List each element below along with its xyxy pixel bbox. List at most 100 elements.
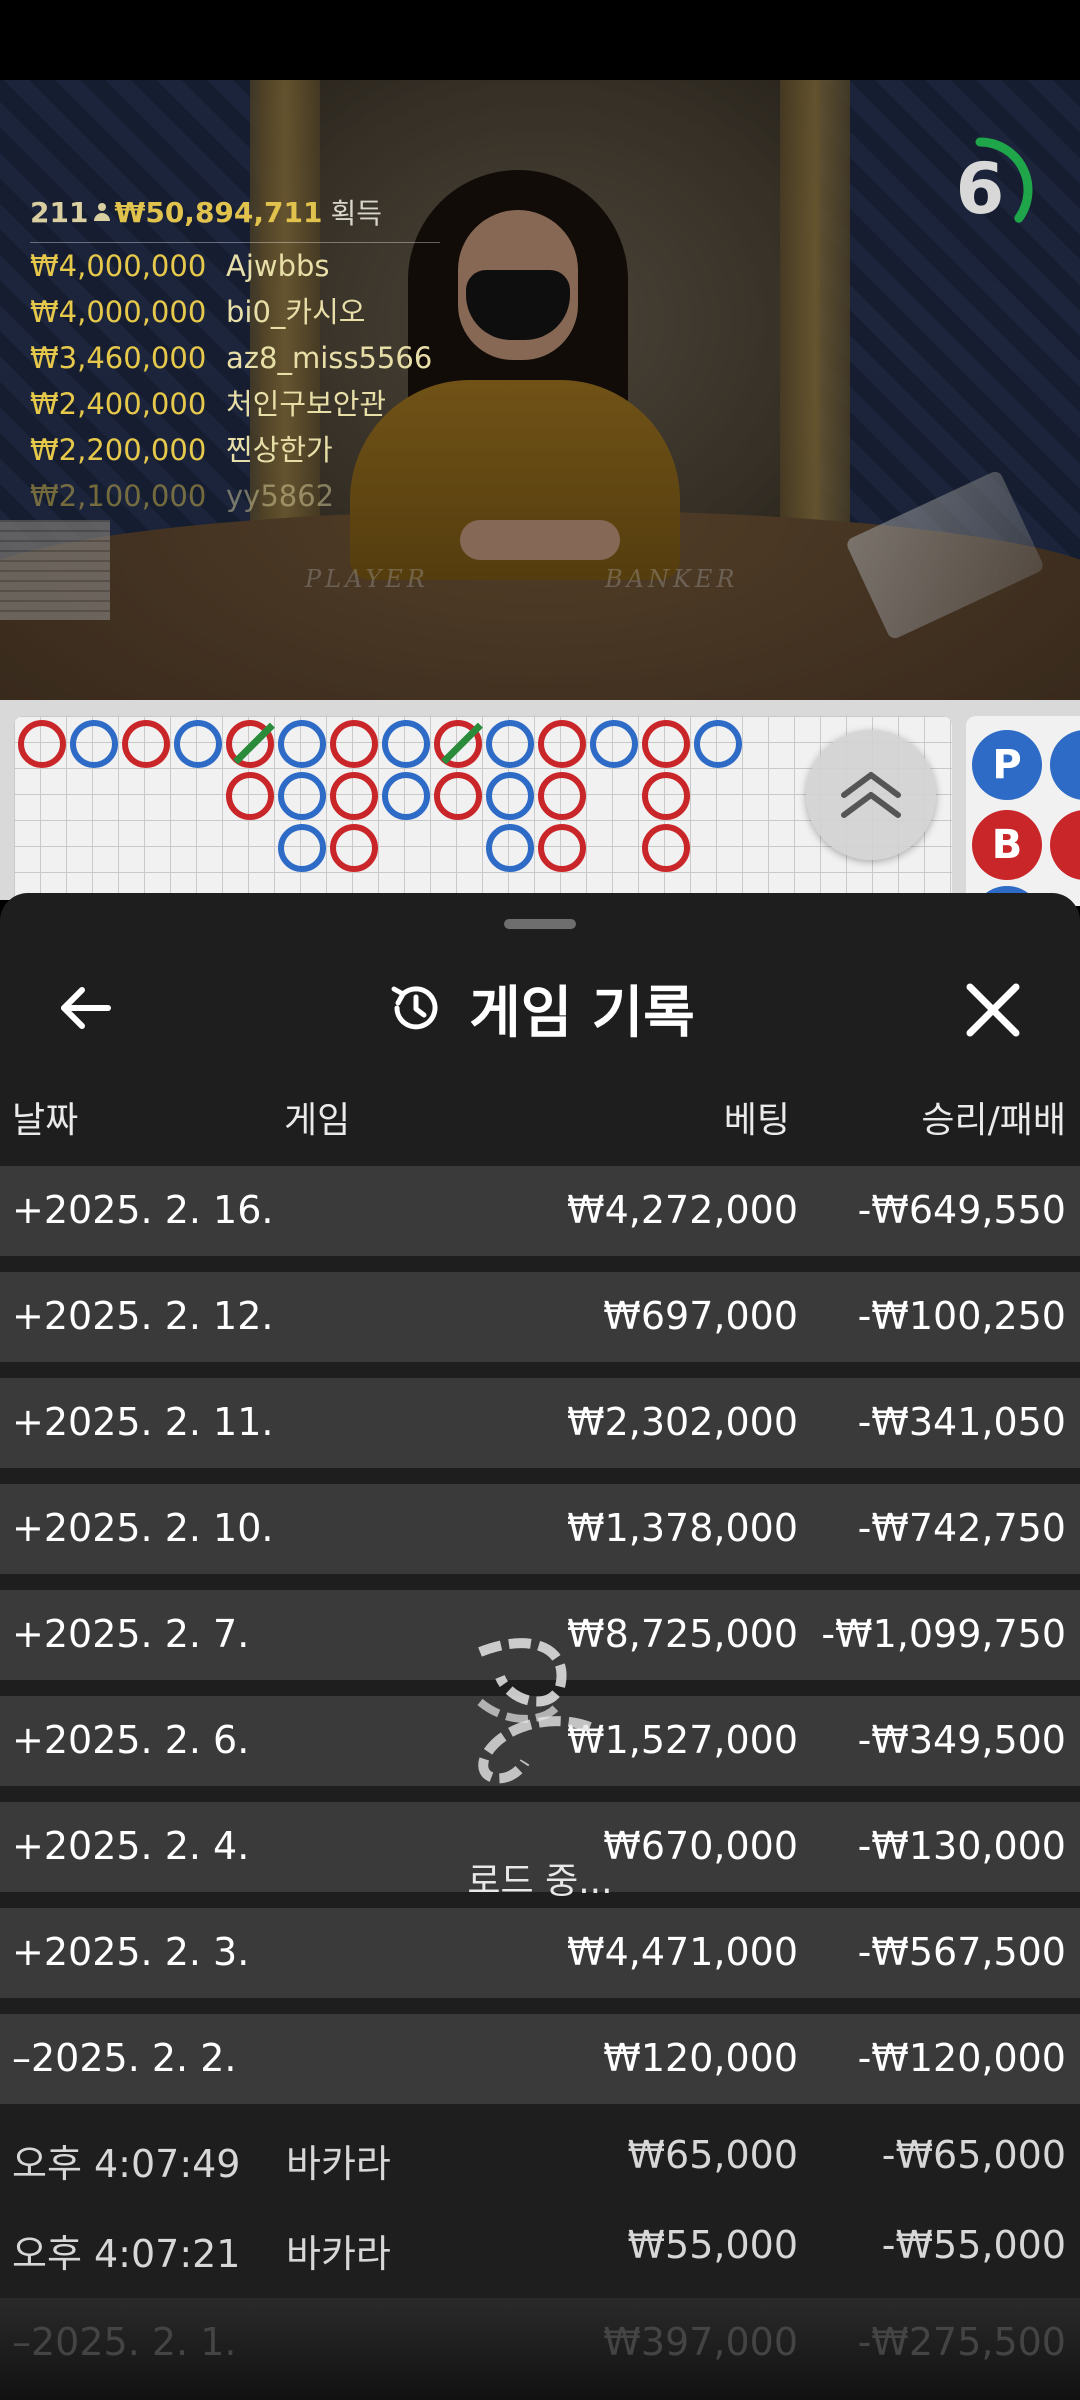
back-button[interactable] [50,973,120,1043]
road-bead [486,772,534,820]
round-row[interactable]: 오후 4:07:21 바카라 ₩55,000 -₩55,000 [0,2201,1080,2291]
winner-amount: ₩2,100,000 [30,479,207,513]
tie-slash [441,722,483,765]
table-label-player: PLAYER [305,565,429,593]
road-bead [174,720,222,768]
winner-row: ₩3,460,000 az8_miss5566 [30,335,450,381]
row-date: +2025. 2. 4. [12,1824,250,1868]
history-day-row[interactable]: +2025. 2. 11. ₩2,302,000 -₩341,050 [0,1378,1080,1468]
winner-name: bi0_카시오 [226,295,366,329]
road-bead [330,824,378,872]
sheet-title-wrap: 게임 기록 [0,953,1080,1063]
column-bet: 베팅 [723,1100,790,1141]
road-bead [330,720,378,768]
round-bet: ₩65,000 [627,2133,798,2177]
winner-name: yy5862 [226,479,335,513]
road-bead [122,720,170,768]
column-date: 날짜 [12,1100,79,1141]
row-bet: ₩4,471,000 [567,1930,798,1974]
sheet-header: 게임 기록 [0,953,1080,1063]
road-bead [70,720,118,768]
row-date: +2025. 2. 7. [12,1612,250,1656]
row-win-loss: -₩567,500 [857,1930,1066,1974]
road-bead [642,720,690,768]
row-bet: ₩697,000 [603,1294,798,1338]
history-day-row-expanded[interactable]: –2025. 2. 2. ₩120,000 -₩120,000 [0,2014,1080,2104]
sheet-drag-handle[interactable] [504,919,576,929]
winner-name: 찐상한가 [226,433,333,467]
history-day-row[interactable]: +2025. 2. 12. ₩697,000 -₩100,250 [0,1272,1080,1362]
row-date: +2025. 2. 3. [12,1930,250,1974]
countdown-value: 6 [955,148,1005,230]
table-label-banker: BANKER [605,565,739,593]
row-bet: ₩4,272,000 [567,1188,798,1232]
history-day-row[interactable]: +2025. 2. 16. ₩4,272,000 -₩649,550 [0,1166,1080,1256]
row-date: +2025. 2. 11. [12,1400,274,1444]
winner-row: ₩2,100,000 yy5862 [30,473,450,519]
road-bead [538,772,586,820]
road-bead [486,720,534,768]
road-bead [434,772,482,820]
column-game: 게임 [284,1100,351,1141]
sheet-title: 게임 기록 [469,980,695,1046]
prediction-panel: P B [966,716,1080,906]
round-win-loss: -₩55,000 [881,2223,1066,2267]
history-day-row[interactable]: +2025. 2. 3. ₩4,471,000 -₩567,500 [0,1908,1080,1998]
row-win-loss: -₩649,550 [857,1188,1066,1232]
road-bead [538,720,586,768]
player-count: 211 [30,195,89,229]
round-bet: ₩55,000 [627,2223,798,2267]
winner-amount: ₩2,200,000 [30,433,207,467]
row-date: +2025. 2. 10. [12,1506,274,1550]
round-time: 오후 4:07:21 [12,2232,241,2276]
row-win-loss: -₩349,500 [857,1718,1066,1762]
column-win-loss: 승리/패배 [921,1100,1066,1141]
winner-amount: ₩4,000,000 [30,249,207,283]
winner-row: ₩2,200,000 찐상한가 [30,427,450,473]
winnings-label: 획득 [330,197,383,230]
winner-name: Ajwbbs [226,249,330,283]
winner-name: 처인구보안관 [226,387,387,421]
arrow-left-icon [61,987,111,1029]
winner-amount: ₩3,460,000 [30,341,207,375]
history-day-row-faded[interactable]: –2025. 2. 1. ₩397,000 -₩275,500 [0,2298,1080,2400]
row-date: +2025. 2. 12. [12,1294,274,1338]
round-game: 바카라 [286,2232,391,2276]
predict-player-button[interactable]: P [972,730,1042,800]
road-bead [590,720,638,768]
road-bead [486,824,534,872]
close-button[interactable] [956,973,1030,1047]
winner-name: az8_miss5566 [226,341,433,375]
road-bead [382,720,430,768]
row-bet: ₩397,000 [603,2320,798,2364]
road-bead [538,824,586,872]
dealer-hands [460,520,620,560]
predict-banker-alt [1050,810,1080,880]
expand-roadmap-button[interactable] [806,730,936,860]
row-win-loss: -₩120,000 [857,2036,1066,2080]
road-bead [382,772,430,820]
road-bead [434,720,483,768]
predict-player-alt [1050,730,1080,800]
round-row[interactable]: 오후 4:07:49 바카라 ₩65,000 -₩65,000 [0,2111,1080,2201]
history-day-row[interactable]: +2025. 2. 10. ₩1,378,000 -₩742,750 [0,1484,1080,1574]
road-bead [226,720,275,768]
chevron-up-icon [841,772,901,818]
road-bead [278,824,326,872]
road-bead [694,720,742,768]
bet-countdown-timer: 6 [930,120,1040,260]
road-bead [642,824,690,872]
loading-text: 로드 중... [467,1861,613,1902]
predict-banker-button[interactable]: B [972,810,1042,880]
road-bead [278,772,326,820]
tie-slash [233,722,275,765]
road-bead [642,772,690,820]
predict-banker-label: B [991,822,1023,868]
loading-spinner-icon [477,1638,592,1784]
winners-board: 211 ₩50,894,711 획득 ₩4,000,000 Ajwbbs ₩4,0… [30,192,450,519]
round-win-loss: -₩65,000 [881,2133,1066,2177]
row-win-loss: -₩1,099,750 [821,1612,1066,1656]
road-bead [226,772,274,820]
winner-row: ₩4,000,000 Ajwbbs [30,243,450,289]
winner-amount: ₩4,000,000 [30,295,207,329]
